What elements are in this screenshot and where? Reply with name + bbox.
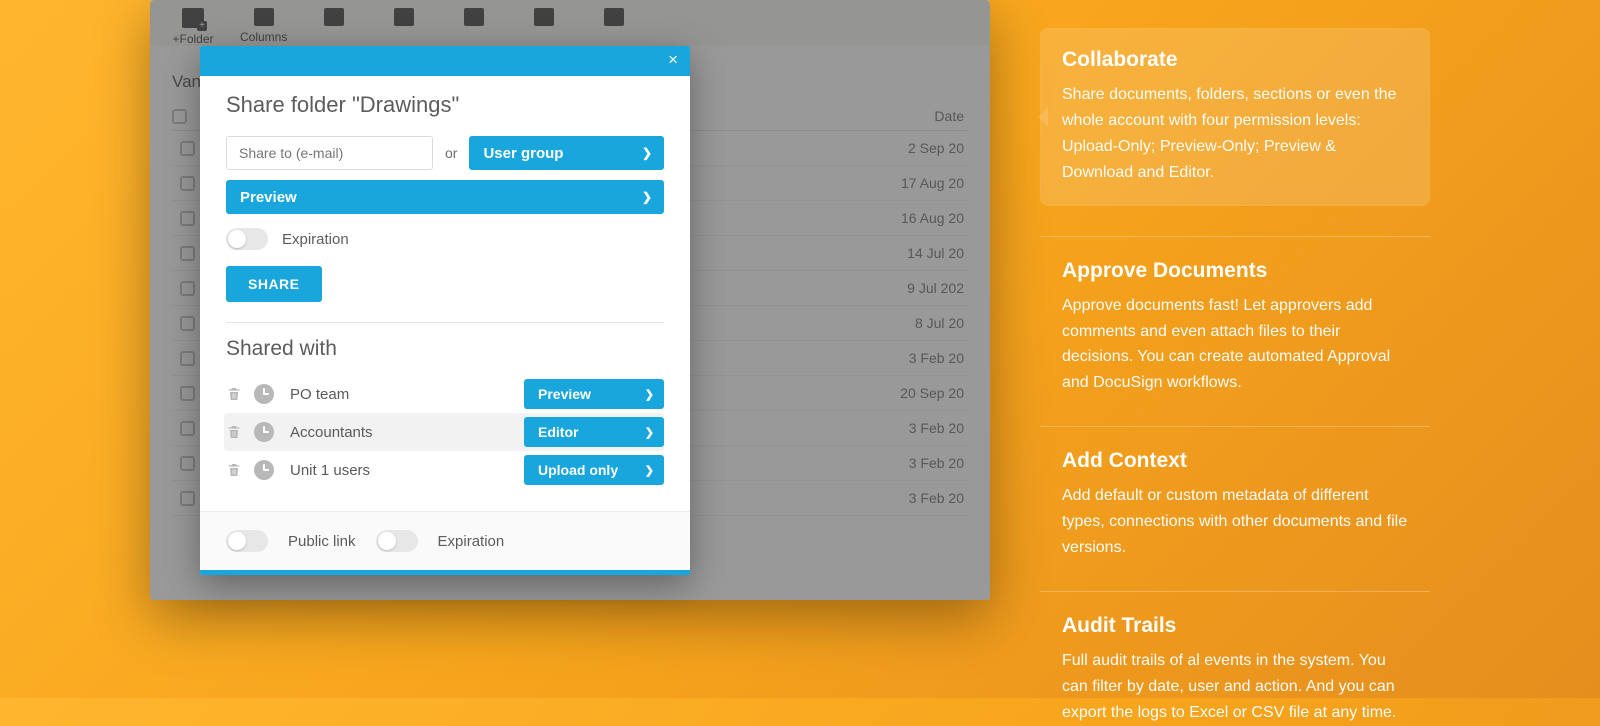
modal-title: Share folder "Drawings" [226, 92, 664, 118]
expiration-toggle[interactable] [226, 228, 268, 250]
trash-icon[interactable] [226, 461, 242, 479]
public-link-label: Public link [288, 533, 356, 550]
user-group-button[interactable]: User group ❯ [469, 136, 664, 170]
share-modal: × Share folder "Drawings" or User group … [200, 46, 690, 575]
modal-header: × [200, 46, 690, 76]
permission-label: Upload only [538, 462, 618, 478]
feature-title: Collaborate [1062, 48, 1408, 72]
feature-title: Audit Trails [1062, 614, 1408, 638]
chevron-right-icon: ❯ [645, 388, 654, 401]
trash-icon[interactable] [226, 385, 242, 403]
screenshot-area: +Folder Columns [0, 0, 1040, 698]
shared-with-title: Shared with [226, 337, 664, 361]
shared-with-row: Unit 1 users Upload only ❯ [226, 451, 664, 489]
permission-label: Preview [538, 386, 591, 402]
feature-text: Full audit trails of al events in the sy… [1062, 648, 1408, 726]
clock-icon[interactable] [254, 460, 274, 480]
user-group-label: User group [483, 145, 563, 162]
shared-user-name: Accountants [286, 424, 512, 441]
feature-card[interactable]: Add Context Add default or custom metadat… [1040, 426, 1430, 561]
chevron-right-icon: ❯ [645, 426, 654, 439]
shared-user-name: Unit 1 users [286, 462, 512, 479]
feature-card[interactable]: Audit Trails Full audit trails of al even… [1040, 591, 1430, 726]
feature-title: Approve Documents [1062, 259, 1408, 283]
feature-text: Share documents, folders, sections or ev… [1062, 82, 1408, 186]
feature-title: Add Context [1062, 449, 1408, 473]
footer-expiration-label: Expiration [438, 533, 505, 550]
footer-expiration-toggle[interactable] [376, 530, 418, 552]
shared-with-row: PO team Preview ❯ [226, 375, 664, 413]
share-button[interactable]: SHARE [226, 266, 322, 302]
shared-user-name: PO team [286, 386, 512, 403]
chevron-right-icon: ❯ [642, 190, 652, 204]
close-icon[interactable]: × [668, 51, 678, 68]
permission-level-label: Preview [240, 189, 297, 206]
chevron-right-icon: ❯ [645, 464, 654, 477]
permission-label: Editor [538, 424, 578, 440]
chevron-right-icon: ❯ [642, 146, 652, 160]
permission-level-button[interactable]: Preview ❯ [226, 180, 664, 214]
modal-footer: Public link Expiration [200, 511, 690, 570]
modal-bottom-accent [200, 570, 690, 575]
permission-button[interactable]: Upload only ❯ [524, 455, 664, 485]
clock-icon[interactable] [254, 384, 274, 404]
shared-with-row: Accountants Editor ❯ [224, 413, 664, 451]
or-label: or [445, 145, 457, 161]
permission-button[interactable]: Editor ❯ [524, 417, 664, 447]
divider [226, 322, 664, 323]
feature-card[interactable]: Approve Documents Approve documents fast!… [1040, 236, 1430, 397]
feature-text: Approve documents fast! Let approvers ad… [1062, 293, 1408, 397]
clock-icon[interactable] [254, 422, 274, 442]
feature-card[interactable]: Collaborate Share documents, folders, sec… [1040, 28, 1430, 206]
public-link-toggle[interactable] [226, 530, 268, 552]
features-panel: Collaborate Share documents, folders, sec… [1040, 0, 1600, 698]
feature-text: Add default or custom metadata of differ… [1062, 483, 1408, 561]
trash-icon[interactable] [226, 423, 242, 441]
share-email-input[interactable] [226, 136, 433, 170]
expiration-label: Expiration [282, 231, 349, 248]
permission-button[interactable]: Preview ❯ [524, 379, 664, 409]
